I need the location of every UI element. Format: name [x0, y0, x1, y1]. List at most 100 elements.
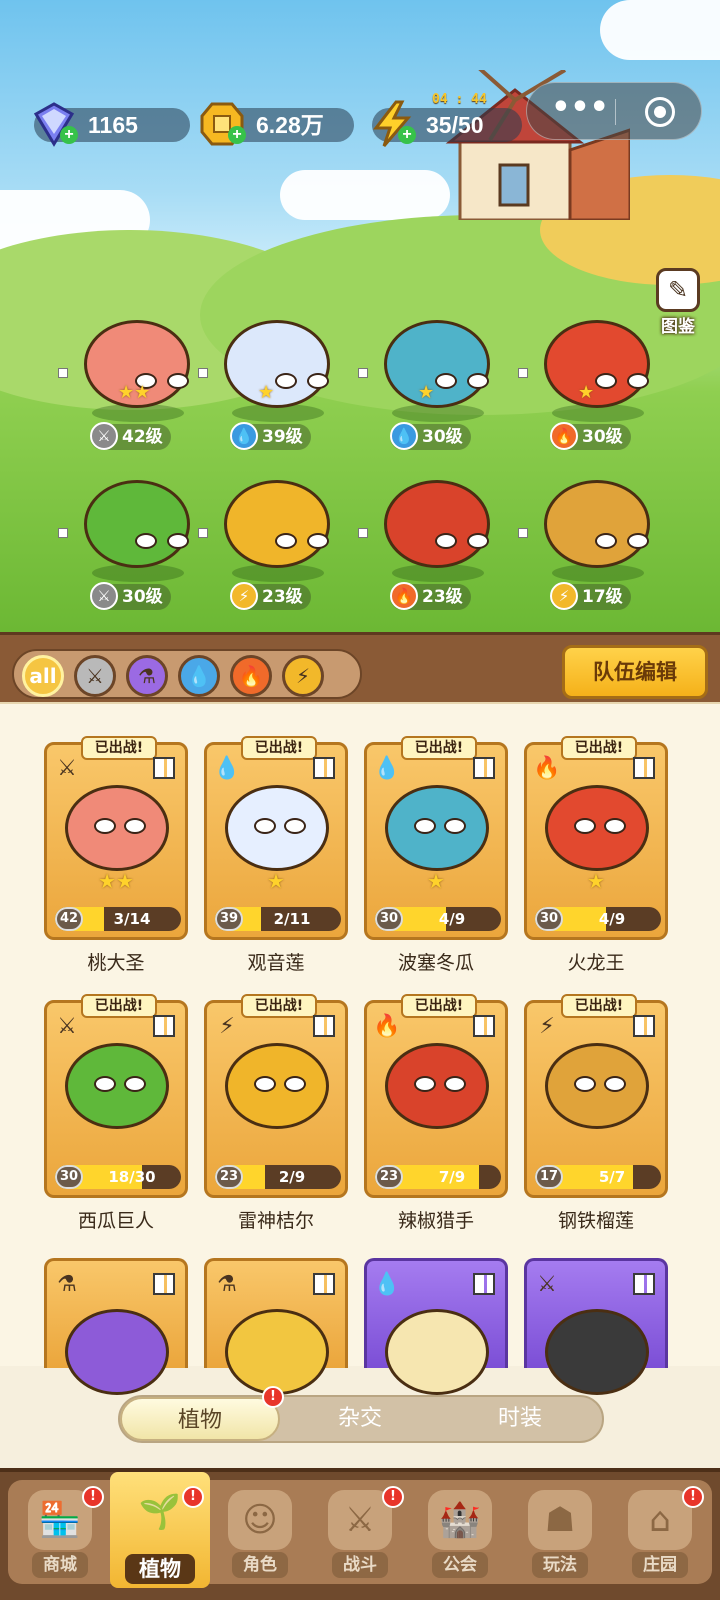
plant-name: 波塞冬瓜	[397, 952, 474, 974]
field-plant[interactable]: ★ 🔥 30级	[518, 302, 672, 462]
element-icon: ⚔	[57, 1014, 77, 1039]
field-plant[interactable]: ⚔ 30级	[58, 462, 212, 622]
field-plant[interactable]: ⚡ 23级	[198, 462, 352, 622]
element-icon: ⚡	[219, 1014, 235, 1039]
plant-card[interactable]: 已出战! ⚡ 17 5/7	[524, 994, 668, 1198]
plant-level: 🔥 23级	[390, 582, 471, 610]
filter-water-icon[interactable]: 💧	[178, 655, 220, 697]
plant-figure	[224, 480, 330, 568]
plant-card-panel: 已出战! ⚔ ★★ 42 3/14 桃大圣 已出战! 💧 ★ 39 2/11 观音莲 已出战! 💧 ★ 30 4…	[0, 702, 720, 1395]
filter-fire-icon[interactable]: 🔥	[230, 655, 272, 697]
energy-timer: 04 : 44	[432, 92, 487, 107]
card-level: 42	[55, 907, 83, 931]
filter-poison-icon[interactable]: ⚗	[126, 655, 168, 697]
nav-label: 玩法	[532, 1552, 588, 1578]
slot-marker	[358, 528, 368, 538]
star-rating: ★	[267, 869, 285, 893]
slot-grid-icon	[153, 757, 175, 779]
bottom-nav-inner: 🏪 商城! 🌱 植物! ☺ 角色 ⚔ 战斗! 🏰 公会 ☗ 玩法 ⌂ 庄园!	[8, 1472, 712, 1588]
star-rating: ★★	[118, 382, 151, 403]
nav-manor-button[interactable]: ⌂ 庄园!	[610, 1480, 710, 1584]
water-icon: 💧	[230, 422, 258, 450]
slot-grid-icon	[473, 757, 495, 779]
plant-card[interactable]: 已出战! ⚔ ★★ 42 3/14	[44, 736, 188, 940]
plant-portrait	[385, 785, 489, 871]
field-plant[interactable]: ★★ ⚔ 42级	[58, 302, 212, 462]
mini-program-capsule: •••	[526, 82, 702, 140]
card-level: 30	[535, 907, 563, 931]
plus-icon[interactable]: +	[60, 126, 78, 144]
plant-portrait	[385, 1043, 489, 1129]
nav-character-button[interactable]: ☺ 角色	[210, 1480, 310, 1584]
nav-label: 庄园	[632, 1552, 688, 1578]
slot-grid-icon	[313, 1273, 335, 1295]
diamond-counter[interactable]: + 1165	[33, 102, 190, 147]
nav-plants-button[interactable]: 🌱 植物!	[110, 1472, 210, 1588]
slot-marker	[358, 368, 368, 378]
plant-figure	[224, 320, 330, 408]
element-icon: 💧	[213, 756, 241, 781]
field-plant[interactable]: ★ 💧 30级	[358, 302, 512, 462]
nav-label: 商城	[32, 1552, 88, 1578]
plant-figure	[84, 480, 190, 568]
nav-battle-button[interactable]: ⚔ 战斗!	[310, 1480, 410, 1584]
progress-bar: 23 7/9	[375, 1165, 501, 1189]
nav-shop-button[interactable]: 🏪 商城!	[10, 1480, 110, 1584]
slot-grid-icon	[313, 1015, 335, 1037]
plant-card[interactable]: 已出战! 💧 ★ 30 4/9	[364, 736, 508, 940]
plant-card[interactable]: 已出战! ⚡ 23 2/9	[204, 994, 348, 1198]
guild-icon: 🏰	[428, 1490, 492, 1550]
slot-grid-icon	[633, 1273, 655, 1295]
field-plant[interactable]: 🔥 23级	[358, 462, 512, 622]
star-rating: ★	[427, 869, 445, 893]
nav-label: 角色	[232, 1552, 288, 1578]
progress-bar: 30 4/9	[535, 907, 661, 931]
plant-portrait	[545, 1309, 649, 1395]
plant-name: 桃大圣	[87, 952, 145, 974]
plus-icon[interactable]: +	[398, 126, 416, 144]
more-menu-button[interactable]: •••	[547, 93, 613, 131]
filter-lightning-icon[interactable]: ⚡	[282, 655, 324, 697]
plant-card[interactable]: 已出战! 💧 ★ 39 2/11	[204, 736, 348, 940]
field-plant[interactable]: ⚡ 17级	[518, 462, 672, 622]
nav-guild-button[interactable]: 🏰 公会	[410, 1480, 510, 1584]
team-edit-button[interactable]: 队伍编辑	[562, 645, 708, 699]
filter-all-button[interactable]: all	[22, 655, 64, 697]
gameplay-icon: ☗	[528, 1490, 592, 1550]
plant-card[interactable]: ⚗	[204, 1258, 348, 1395]
deployed-badge: 已出战!	[561, 736, 637, 760]
energy-counter[interactable]: + 35/50	[372, 100, 522, 147]
plant-card[interactable]: ⚗	[44, 1258, 188, 1395]
plant-name: 辣椒猎手	[397, 1210, 474, 1232]
plant-card[interactable]: 已出战! 🔥 ★ 30 4/9	[524, 736, 668, 940]
tab-hybrid[interactable]: 杂交	[280, 1397, 440, 1441]
progress-bar: 30 18/30	[55, 1165, 181, 1189]
close-target-button[interactable]	[645, 97, 675, 127]
gold-counter[interactable]: + 6.28万	[200, 102, 354, 146]
element-icon: ⚔	[537, 1272, 557, 1297]
tab-costume[interactable]: 时装	[440, 1397, 600, 1441]
nav-gameplay-button[interactable]: ☗ 玩法	[510, 1480, 610, 1584]
progress-bar: 17 5/7	[535, 1165, 661, 1189]
star-rating: ★	[258, 382, 275, 403]
element-icon: 🔥	[533, 756, 561, 781]
plant-portrait	[225, 1043, 329, 1129]
lightning-icon: ⚡	[230, 582, 258, 610]
plant-card[interactable]: 💧	[364, 1258, 508, 1395]
shard-progress: 5/7	[598, 1168, 626, 1186]
field-plant[interactable]: ★ 💧 39级	[198, 302, 352, 462]
tab-plants[interactable]: 植物	[120, 1397, 280, 1441]
plant-card[interactable]: 已出战! 🔥 23 7/9	[364, 994, 508, 1198]
filter-sword-icon[interactable]: ⚔	[74, 655, 116, 697]
notification-badge: !	[182, 1486, 204, 1508]
fire-icon: 🔥	[390, 582, 418, 610]
star-rating: ★	[578, 382, 595, 403]
plant-level: ⚔ 42级	[90, 422, 171, 450]
slot-marker	[198, 368, 208, 378]
plant-portrait	[545, 785, 649, 871]
nav-label: 公会	[432, 1552, 488, 1578]
plant-card[interactable]: ⚔	[524, 1258, 668, 1395]
plant-level: 🔥 30级	[550, 422, 631, 450]
plus-icon[interactable]: +	[228, 126, 246, 144]
plant-card[interactable]: 已出战! ⚔ 30 18/30	[44, 994, 188, 1198]
